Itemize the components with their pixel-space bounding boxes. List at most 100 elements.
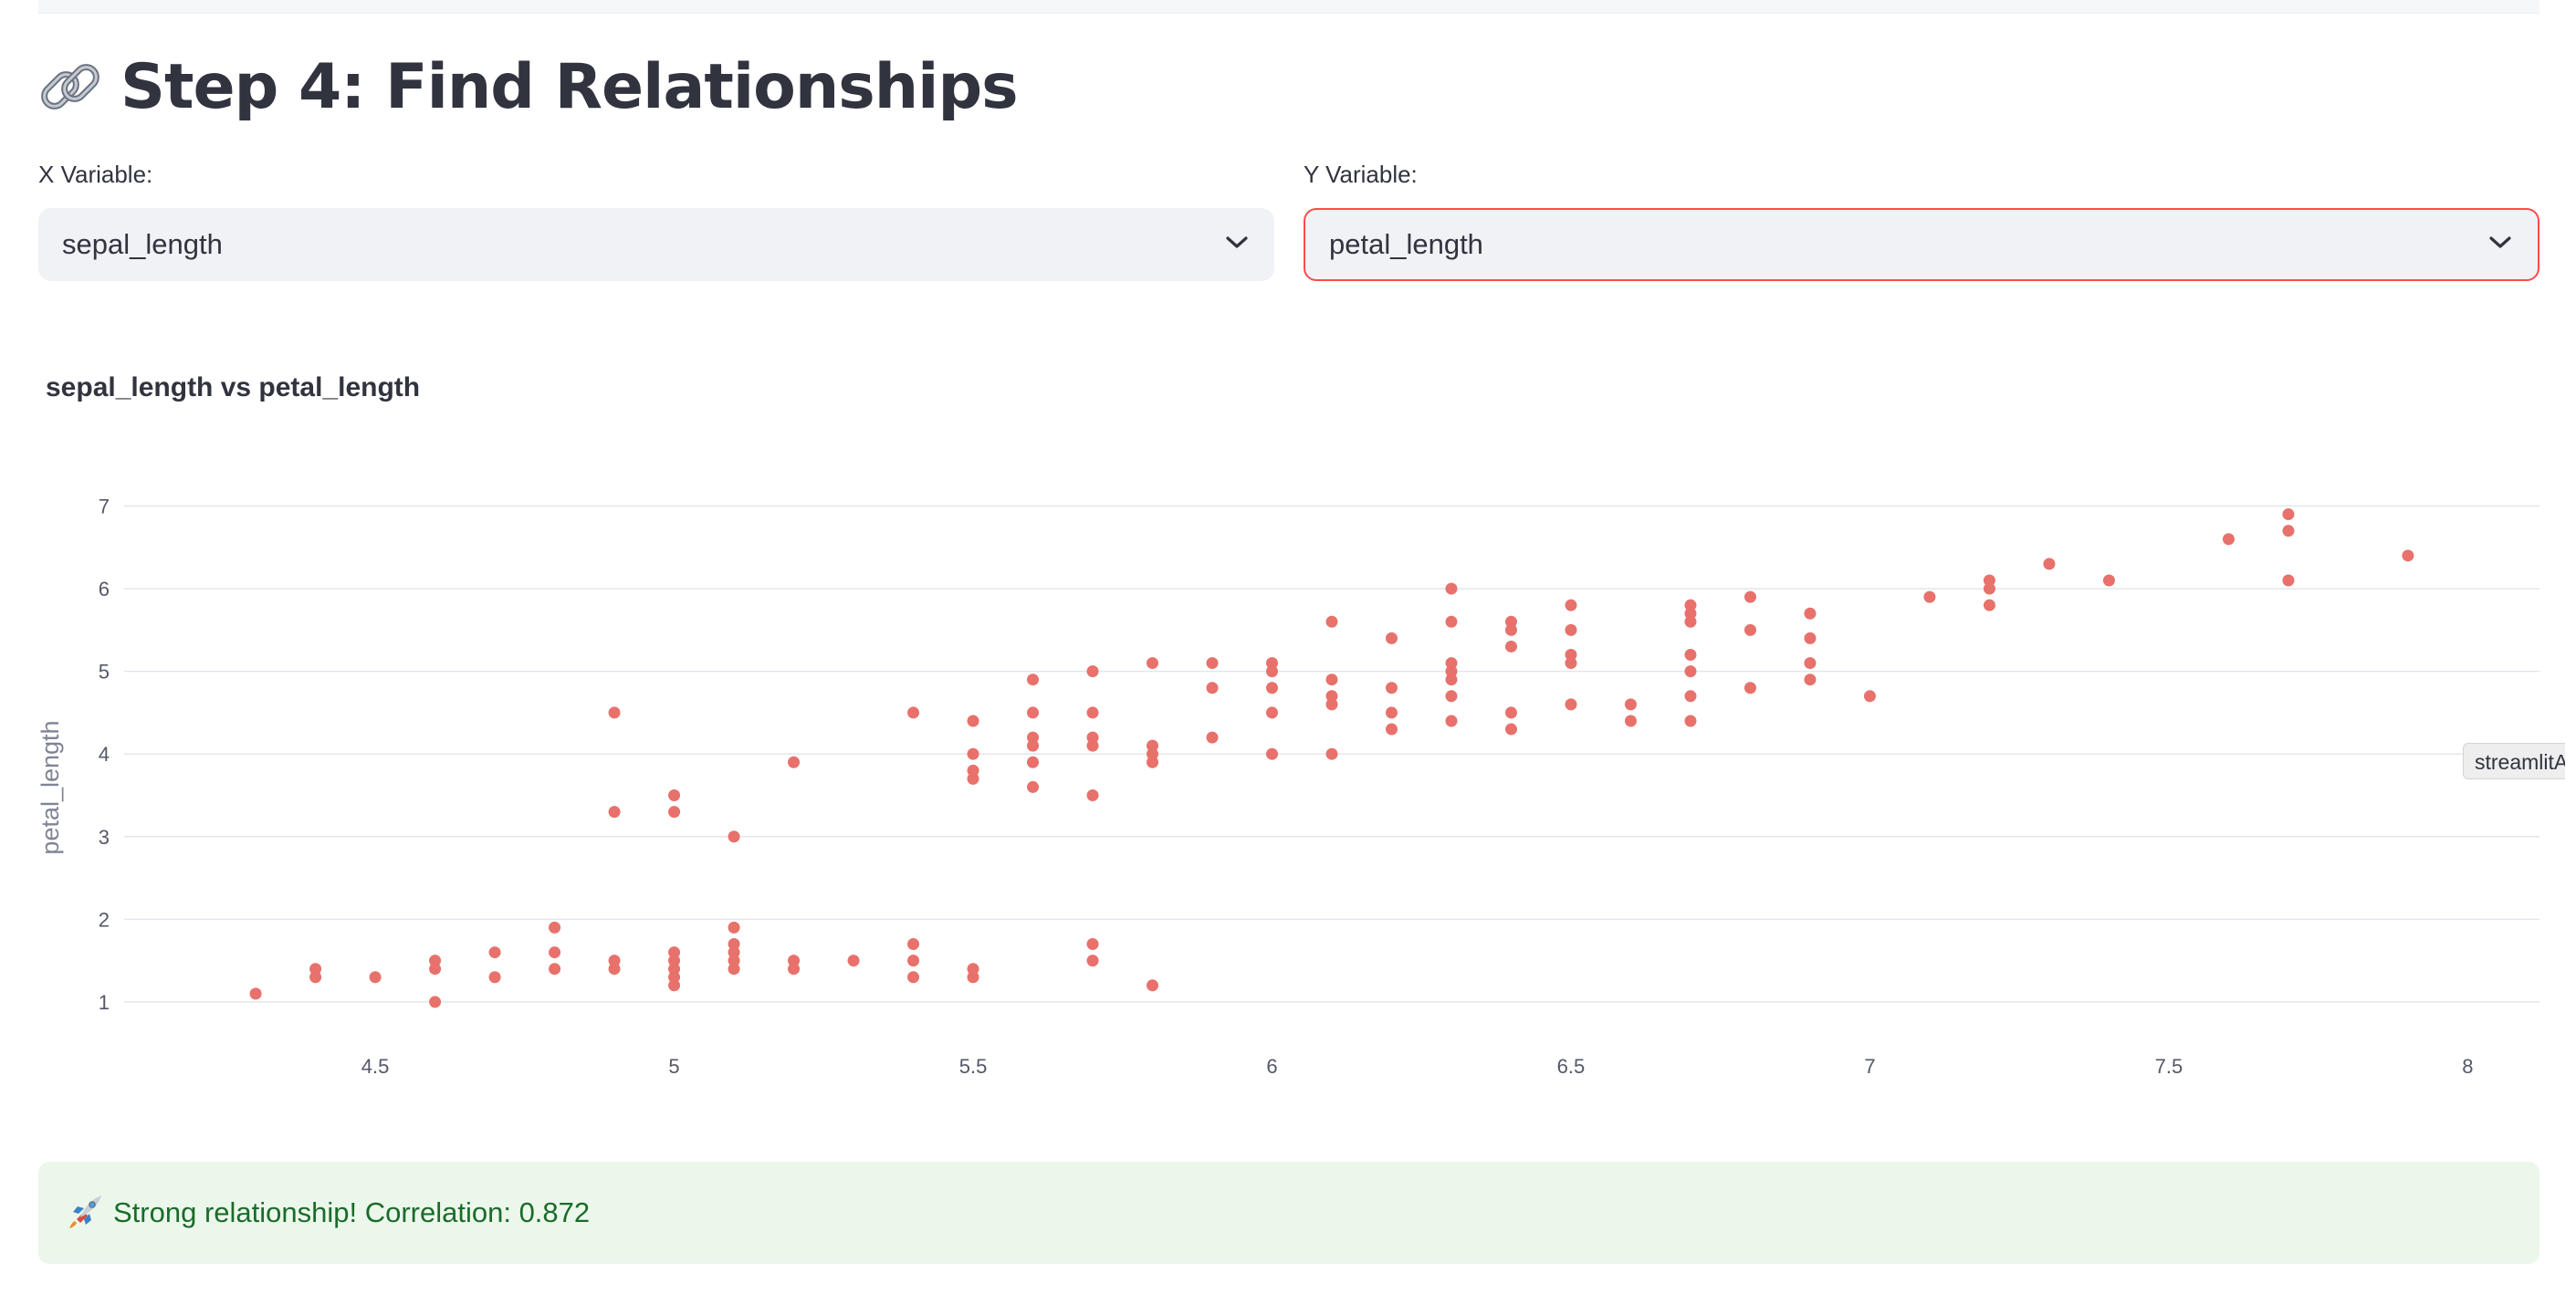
scatter-point[interactable] — [429, 996, 442, 1008]
scatter-point[interactable] — [1804, 657, 1817, 670]
scatter-point[interactable] — [967, 715, 979, 727]
scatter-chart[interactable]: 1234567 4.555.566.577.58 sepal_length pe… — [0, 475, 2576, 1095]
scatter-point[interactable] — [1804, 607, 1817, 620]
scatter-point[interactable] — [1027, 780, 1040, 793]
scatter-point[interactable] — [728, 921, 740, 934]
scatter-point[interactable] — [1086, 955, 1099, 967]
scatter-point[interactable] — [788, 955, 801, 967]
scatter-point[interactable] — [1385, 723, 1398, 736]
scatter-point[interactable] — [2402, 549, 2414, 562]
y-variable-select[interactable]: petal_length — [1304, 208, 2539, 281]
scatter-point[interactable] — [1147, 979, 1159, 992]
scatter-point[interactable] — [2282, 574, 2295, 587]
scatter-point[interactable] — [1206, 731, 1219, 744]
scatter-point[interactable] — [1266, 747, 1279, 760]
scatter-point[interactable] — [1923, 590, 1936, 603]
scatter-point[interactable] — [907, 706, 920, 719]
scatter-point[interactable] — [1504, 723, 1517, 736]
scatter-point[interactable] — [847, 955, 860, 967]
scatter-point[interactable] — [668, 806, 681, 819]
scatter-point[interactable] — [2282, 508, 2295, 521]
scatter-point[interactable] — [967, 747, 979, 760]
scatter-point[interactable] — [1206, 657, 1219, 670]
scatter-point[interactable] — [1744, 682, 1756, 694]
scatter-point[interactable] — [1445, 690, 1458, 703]
scatter-point[interactable] — [369, 971, 382, 984]
scatter-point[interactable] — [1863, 690, 1876, 703]
scatter-point[interactable] — [1206, 682, 1219, 694]
scatter-point[interactable] — [1565, 649, 1577, 662]
scatter-point[interactable] — [549, 921, 561, 934]
scatter-point[interactable] — [1684, 690, 1697, 703]
scatter-point[interactable] — [728, 830, 740, 843]
scatter-point[interactable] — [1325, 747, 1338, 760]
scatter-point[interactable] — [1086, 788, 1099, 801]
scatter-point[interactable] — [1147, 739, 1159, 752]
scatter-point[interactable] — [1027, 756, 1040, 768]
scatter-point[interactable] — [1983, 574, 1995, 587]
scatter-point[interactable] — [1565, 623, 1577, 636]
scatter-point[interactable] — [1027, 706, 1040, 719]
scatter-point[interactable] — [309, 963, 322, 976]
scatter-point[interactable] — [1266, 657, 1279, 670]
scatter-point[interactable] — [2043, 558, 2056, 570]
scatter-point[interactable] — [1325, 615, 1338, 628]
scatter-point[interactable] — [1684, 599, 1697, 611]
scatter-point[interactable] — [1266, 706, 1279, 719]
scatter-point[interactable] — [1086, 938, 1099, 951]
x-variable-select[interactable]: sepal_length — [38, 208, 1274, 281]
scatter-point[interactable] — [2102, 574, 2115, 587]
scatter-point[interactable] — [1147, 657, 1159, 670]
scatter-point[interactable] — [1744, 590, 1756, 603]
scatter-point[interactable] — [1565, 698, 1577, 711]
scatter-point[interactable] — [2222, 533, 2235, 546]
scatter-point[interactable] — [1027, 673, 1040, 686]
scatter-point[interactable] — [1504, 615, 1517, 628]
scatter-point[interactable] — [1385, 706, 1398, 719]
scatter-point[interactable] — [549, 946, 561, 959]
scatter-point[interactable] — [728, 938, 740, 951]
scatter-point[interactable] — [1445, 657, 1458, 670]
scatter-point[interactable] — [2282, 525, 2295, 538]
scatter-point[interactable] — [668, 788, 681, 801]
scatter-point[interactable] — [907, 938, 920, 951]
scatter-point[interactable] — [1385, 682, 1398, 694]
scatter-point[interactable] — [907, 955, 920, 967]
scatter-point[interactable] — [1684, 665, 1697, 678]
scatter-point[interactable] — [1086, 706, 1099, 719]
scatter-point[interactable] — [1804, 673, 1817, 686]
scatter-point[interactable] — [608, 706, 621, 719]
scatter-point[interactable] — [1684, 715, 1697, 727]
scatter-point[interactable] — [488, 946, 501, 959]
scatter-point[interactable] — [1325, 673, 1338, 686]
scatter-point[interactable] — [907, 971, 920, 984]
scatter-point[interactable] — [1445, 615, 1458, 628]
scatter-point[interactable] — [1027, 731, 1040, 744]
scatter-point[interactable] — [1325, 690, 1338, 703]
scatter-point[interactable] — [1445, 715, 1458, 727]
scatter-point[interactable] — [788, 756, 801, 768]
scatter-point[interactable] — [1445, 582, 1458, 595]
scatter-point[interactable] — [1385, 632, 1398, 644]
scatter-point[interactable] — [1624, 715, 1637, 727]
scatter-point[interactable] — [429, 955, 442, 967]
scatter-point[interactable] — [967, 963, 979, 976]
scatter-point[interactable] — [967, 764, 979, 777]
scatter-point[interactable] — [1086, 665, 1099, 678]
scatter-point[interactable] — [608, 806, 621, 819]
scatter-point[interactable] — [488, 971, 501, 984]
scatter-point[interactable] — [1504, 706, 1517, 719]
scatter-point[interactable] — [1983, 599, 1995, 611]
scatter-point[interactable] — [1086, 731, 1099, 744]
scatter-point[interactable] — [608, 955, 621, 967]
scatter-point[interactable] — [249, 987, 262, 1000]
scatter-point[interactable] — [1684, 649, 1697, 662]
scatter-point[interactable] — [1504, 640, 1517, 652]
scatter-point[interactable] — [549, 963, 561, 976]
scatter-point[interactable] — [668, 946, 681, 959]
scatter-point[interactable] — [1804, 632, 1817, 644]
scatter-point[interactable] — [1266, 682, 1279, 694]
scatter-point[interactable] — [1565, 599, 1577, 611]
scatter-point[interactable] — [1624, 698, 1637, 711]
scatter-point[interactable] — [1744, 623, 1756, 636]
